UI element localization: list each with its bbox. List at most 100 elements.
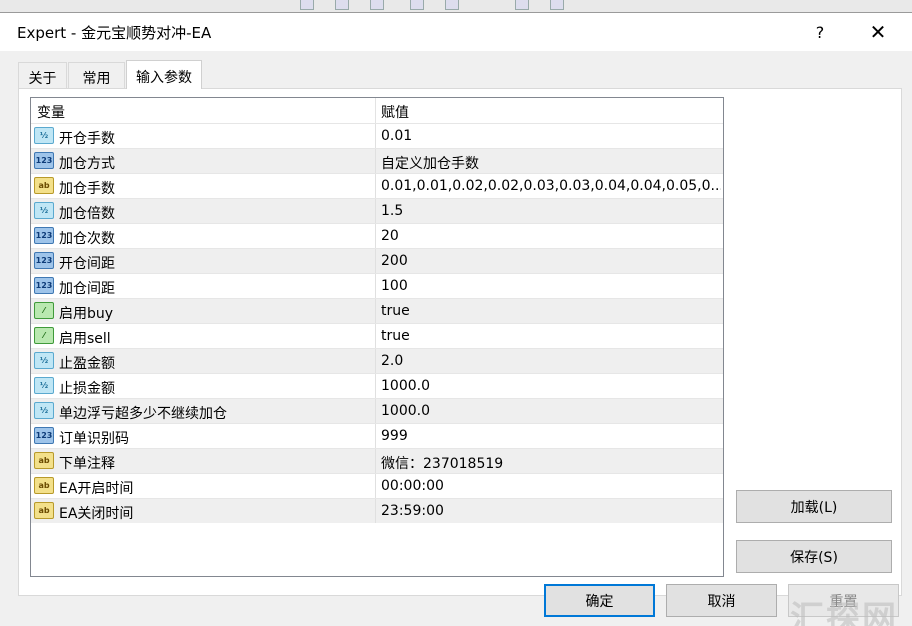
parameter-name-cell[interactable]: 123 开仓间距: [31, 249, 376, 273]
parameter-name: 加仓方式: [59, 156, 115, 172]
toolbar-icon: [300, 0, 314, 10]
load-button[interactable]: 加载(L): [736, 490, 892, 523]
toolbar-icon: [335, 0, 349, 10]
toolbar-icon: [370, 0, 384, 10]
int-icon: 123: [34, 227, 54, 244]
parameter-name-cell[interactable]: ½ 止损金额: [31, 374, 376, 398]
table-row[interactable]: ½ 单边浮亏超多少不继续加仓 1000.0: [31, 398, 723, 423]
tab-panel: 变量 赋值 ½ 开仓手数 0.01 123 加仓方式 自定义加仓手数 ab 加仓手数 0.01,…: [18, 88, 902, 596]
table-row[interactable]: 123 加仓间距 100: [31, 273, 723, 298]
bool-icon: ⁄: [34, 302, 54, 319]
int-icon: 123: [34, 277, 54, 294]
table-row[interactable]: ½ 止盈金额 2.0: [31, 348, 723, 373]
parameter-value[interactable]: 2.0: [381, 353, 721, 369]
double-icon: ½: [34, 352, 54, 369]
table-row[interactable]: ½ 止损金额 1000.0: [31, 373, 723, 398]
parameter-name: 启用sell: [59, 331, 111, 347]
parameter-name-cell[interactable]: 123 订单识别码: [31, 424, 376, 448]
parameter-name: 加仓手数: [59, 181, 115, 197]
parameter-name: 开仓手数: [59, 131, 115, 147]
table-row[interactable]: ab 加仓手数 0.01,0.01,0.02,0.02,0.03,0.03,0.04…: [31, 173, 723, 198]
table-row[interactable]: ⁄ 启用sell true: [31, 323, 723, 348]
table-row[interactable]: ab EA开启时间 00:00:00: [31, 473, 723, 498]
table-row[interactable]: 123 加仓方式 自定义加仓手数: [31, 148, 723, 173]
parameter-value[interactable]: 20: [381, 228, 721, 244]
int-icon: 123: [34, 252, 54, 269]
toolbar-icon: [550, 0, 564, 10]
parameter-value[interactable]: 0.01,0.01,0.02,0.02,0.03,0.03,0.04,0.04,…: [381, 178, 721, 194]
table-row[interactable]: 123 开仓间距 200: [31, 248, 723, 273]
parameter-name-cell[interactable]: ⁄ 启用buy: [31, 299, 376, 323]
parameter-value[interactable]: 00:00:00: [381, 478, 721, 494]
parameter-value[interactable]: 100: [381, 278, 721, 294]
help-button[interactable]: ?: [797, 13, 843, 51]
toolbar-icon: [410, 0, 424, 10]
toolbar-icon: [515, 0, 529, 10]
parameter-name: 启用buy: [59, 306, 114, 322]
string-icon: ab: [34, 502, 54, 519]
parameter-name: 加仓次数: [59, 231, 115, 247]
double-icon: ½: [34, 377, 54, 394]
parameter-name: 下单注释: [59, 456, 115, 472]
parameter-name-cell[interactable]: ½ 止盈金额: [31, 349, 376, 373]
parameter-name-cell[interactable]: ½ 单边浮亏超多少不继续加仓: [31, 399, 376, 423]
parameter-value[interactable]: true: [381, 303, 721, 319]
table-row[interactable]: ab 下单注释 微信：237018519: [31, 448, 723, 473]
table-row[interactable]: ½ 开仓手数 0.01: [31, 123, 723, 148]
parameter-name-cell[interactable]: ½ 加仓倍数: [31, 199, 376, 223]
bool-icon: ⁄: [34, 327, 54, 344]
double-icon: ½: [34, 127, 54, 144]
toolbar-icon: [445, 0, 459, 10]
save-button[interactable]: 保存(S): [736, 540, 892, 573]
tab-common[interactable]: 常用: [68, 62, 125, 88]
parameter-name: 止盈金额: [59, 356, 115, 372]
column-header-value[interactable]: 赋值: [376, 98, 723, 123]
parameter-name: 开仓间距: [59, 256, 115, 272]
table-row[interactable]: ½ 加仓倍数 1.5: [31, 198, 723, 223]
double-icon: ½: [34, 402, 54, 419]
parameter-value[interactable]: true: [381, 328, 721, 344]
parameter-value[interactable]: 999: [381, 428, 721, 444]
tab-inputs[interactable]: 输入参数: [126, 60, 202, 89]
background-toolbar: [0, 0, 912, 12]
parameter-value[interactable]: 自定义加仓手数: [381, 153, 721, 173]
int-icon: 123: [34, 427, 54, 444]
string-icon: ab: [34, 177, 54, 194]
parameter-value[interactable]: 微信：237018519: [381, 453, 721, 473]
tab-about[interactable]: 关于: [18, 62, 67, 88]
parameter-name-cell[interactable]: ab 加仓手数: [31, 174, 376, 198]
string-icon: ab: [34, 452, 54, 469]
parameter-name: 加仓间距: [59, 281, 115, 297]
expert-dialog: Expert - 金元宝顺势对冲-EA ? ✕ 关于 常用 输入参数 变量 赋值…: [0, 12, 912, 626]
table-row[interactable]: ab EA关闭时间 23:59:00: [31, 498, 723, 523]
cancel-button[interactable]: 取消: [666, 584, 777, 617]
title-bar[interactable]: Expert - 金元宝顺势对冲-EA ? ✕: [0, 13, 912, 51]
parameter-name-cell[interactable]: 123 加仓方式: [31, 149, 376, 173]
window-title: Expert - 金元宝顺势对冲-EA: [17, 24, 212, 42]
parameter-value[interactable]: 1000.0: [381, 378, 721, 394]
string-icon: ab: [34, 477, 54, 494]
parameter-value[interactable]: 1.5: [381, 203, 721, 219]
table-row[interactable]: ⁄ 启用buy true: [31, 298, 723, 323]
close-button[interactable]: ✕: [855, 13, 901, 51]
parameter-value[interactable]: 1000.0: [381, 403, 721, 419]
parameter-name-cell[interactable]: ab EA关闭时间: [31, 499, 376, 523]
parameter-value[interactable]: 0.01: [381, 128, 721, 144]
parameter-name: 订单识别码: [59, 431, 129, 447]
parameter-name-cell[interactable]: ab 下单注释: [31, 449, 376, 473]
parameter-name-cell[interactable]: 123 加仓间距: [31, 274, 376, 298]
ok-button[interactable]: 确定: [544, 584, 655, 617]
parameter-name-cell[interactable]: ab EA开启时间: [31, 474, 376, 498]
parameter-name-cell[interactable]: 123 加仓次数: [31, 224, 376, 248]
parameter-name-cell[interactable]: ⁄ 启用sell: [31, 324, 376, 348]
table-row[interactable]: 123 加仓次数 20: [31, 223, 723, 248]
parameter-name-cell[interactable]: ½ 开仓手数: [31, 124, 376, 148]
reset-button[interactable]: 重置: [788, 584, 899, 617]
parameter-value[interactable]: 23:59:00: [381, 503, 721, 519]
parameters-grid[interactable]: 变量 赋值 ½ 开仓手数 0.01 123 加仓方式 自定义加仓手数 ab 加仓手数 0.01,…: [30, 97, 724, 577]
grid-header: 变量 赋值: [31, 98, 723, 123]
parameter-value[interactable]: 200: [381, 253, 721, 269]
table-row[interactable]: 123 订单识别码 999: [31, 423, 723, 448]
parameter-name: EA关闭时间: [59, 506, 134, 522]
column-header-variable[interactable]: 变量: [31, 98, 376, 123]
